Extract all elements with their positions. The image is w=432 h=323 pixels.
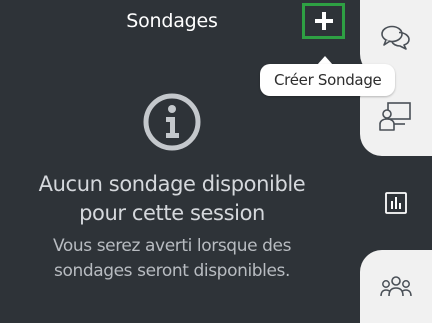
info-icon bbox=[143, 93, 201, 151]
empty-title-line-2: pour cette session bbox=[79, 201, 265, 225]
poll-chart-icon bbox=[385, 192, 407, 214]
panel-title: Sondages bbox=[126, 10, 218, 32]
empty-state-title: Aucun sondage disponible pour cette sess… bbox=[0, 170, 344, 228]
participants-icon bbox=[380, 275, 412, 296]
tab-polls[interactable] bbox=[360, 156, 432, 250]
polls-screen: Sondages Aucun sondage disponible pour c… bbox=[0, 0, 432, 323]
tab-participants[interactable] bbox=[360, 250, 432, 323]
presentation-icon bbox=[379, 102, 411, 131]
empty-subtitle-line-1: Vous serez averti lorsque des bbox=[52, 236, 292, 256]
create-poll-tooltip: Créer Sondage bbox=[260, 64, 396, 96]
empty-state-subtitle: Vous serez averti lorsque des sondages s… bbox=[0, 234, 344, 284]
chat-icon bbox=[381, 25, 410, 50]
side-tab-rail bbox=[360, 0, 432, 323]
plus-icon bbox=[314, 12, 333, 30]
polls-panel: Sondages Aucun sondage disponible pour c… bbox=[0, 0, 360, 323]
create-poll-button[interactable] bbox=[302, 3, 345, 39]
empty-subtitle-line-2: sondages seront disponibles. bbox=[53, 261, 291, 281]
empty-title-line-1: Aucun sondage disponible bbox=[38, 172, 306, 196]
